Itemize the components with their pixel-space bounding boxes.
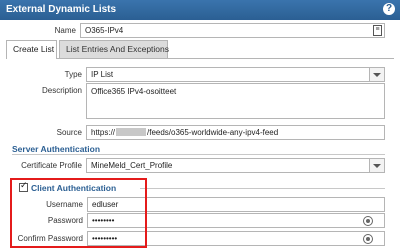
tab-list-entries-label: List Entries And Exceptions [66,44,170,54]
document-icon[interactable]: ≡ [373,25,382,36]
type-select[interactable]: IP List [86,67,385,82]
name-input[interactable]: O365-IPv4 ≡ [80,23,385,38]
chevron-down-icon [369,159,384,172]
cert-profile-select[interactable]: MineMeld_Cert_Profile [86,158,385,173]
tab-create-list-label: Create List [13,44,55,54]
name-label: Name [54,26,76,35]
server-auth-header: Server Authentication [12,144,101,154]
dialog-titlebar: External Dynamic Lists ? [0,0,400,20]
chevron-down-icon [369,68,384,81]
description-textarea[interactable]: Office365 IPv4-osoitteet [86,83,385,119]
section-divider [12,154,385,155]
help-icon[interactable]: ? [383,3,395,15]
description-value: Office365 IPv4-osoitteet [91,87,177,96]
source-prefix: https:// [91,128,116,137]
type-label: Type [64,70,82,79]
cert-profile-label: Certificate Profile [21,161,82,170]
tab-panel-divider [6,58,394,59]
show-confirm-password-icon[interactable] [363,234,373,244]
type-value: IP List [91,70,114,79]
section-divider [140,188,385,189]
description-label: Description [41,86,82,95]
highlight-box [10,178,147,248]
show-password-icon[interactable] [363,216,373,226]
tab-list-entries[interactable]: List Entries And Exceptions [59,40,170,58]
source-input[interactable]: https:// /feeds/o365-worldwide-any-ipv4-f… [86,125,385,140]
name-value: O365-IPv4 [85,26,124,35]
cert-profile-value: MineMeld_Cert_Profile [91,161,173,170]
redacted-host [116,128,147,136]
dialog-title: External Dynamic Lists [6,4,117,15]
tab-create-list[interactable]: Create List [6,40,57,59]
source-suffix: /feeds/o365-worldwide-any-ipv4-feed [147,128,279,137]
source-label: Source [56,128,82,137]
